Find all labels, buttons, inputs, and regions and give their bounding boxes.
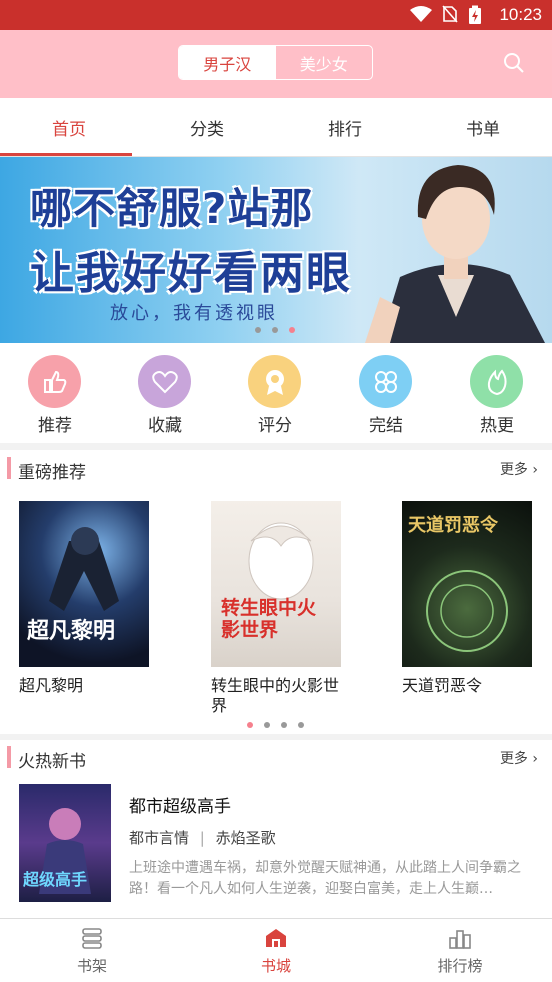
status-icons bbox=[410, 5, 482, 25]
tab-home[interactable]: 首页 bbox=[0, 98, 138, 156]
quick-label: 评分 bbox=[258, 416, 292, 436]
book-genre: 都市言情 bbox=[129, 829, 190, 847]
clover-icon bbox=[359, 355, 412, 408]
tab-booklist[interactable]: 书单 bbox=[414, 98, 552, 156]
book-cover: 天道罚恶令 bbox=[402, 501, 532, 667]
banner-line2: 让我好好看两眼 bbox=[30, 248, 352, 299]
nav-ranking[interactable]: 排行榜 bbox=[368, 919, 552, 982]
more-link[interactable]: 更多 › bbox=[500, 459, 538, 479]
status-time: 10:23 bbox=[499, 5, 542, 24]
pager-dot bbox=[272, 327, 278, 333]
pager-dot-active bbox=[289, 327, 295, 333]
pager-dot bbox=[298, 722, 304, 728]
quick-favorite[interactable]: 收藏 bbox=[110, 343, 220, 443]
meta-divider: | bbox=[199, 829, 205, 847]
featured-section: 重磅推荐 更多 › 超凡黎明 超凡黎明 转生眼中火影世界 转生眼中的火影世界 天… bbox=[0, 450, 552, 734]
section-title: 重磅推荐 bbox=[18, 463, 86, 483]
quick-finished[interactable]: 完结 bbox=[331, 343, 441, 443]
book-description: 上班途中遭遇车祸，却意外觉醒天赋神通，从此踏上人间争霸之路！看一个凡人如何人生逆… bbox=[129, 860, 521, 897]
book-title: 天道罚恶令 bbox=[402, 676, 483, 695]
segment-female[interactable]: 美少女 bbox=[276, 46, 373, 79]
chevron-right-icon: › bbox=[532, 462, 538, 478]
tab-indicator bbox=[0, 153, 132, 156]
quick-actions: 推荐 收藏 评分 完结 热更 bbox=[0, 343, 552, 443]
nav-bookshelf[interactable]: 书架 bbox=[0, 919, 184, 982]
cover-text: 转生眼中火影世界 bbox=[221, 597, 317, 641]
chevron-right-icon: › bbox=[532, 751, 538, 767]
book-title: 超凡黎明 bbox=[19, 676, 84, 695]
flame-icon bbox=[470, 355, 523, 408]
medal-icon bbox=[248, 355, 301, 408]
quick-recommend[interactable]: 推荐 bbox=[0, 343, 110, 443]
status-bar: 10:23 bbox=[0, 0, 552, 30]
quick-label: 推荐 bbox=[38, 416, 72, 436]
bookshelf-icon bbox=[82, 928, 102, 949]
quick-rating[interactable]: 评分 bbox=[220, 343, 330, 443]
banner-character-image bbox=[365, 165, 545, 343]
nav-label: 排行榜 bbox=[437, 957, 483, 975]
banner-pager bbox=[255, 327, 295, 333]
more-link[interactable]: 更多 › bbox=[500, 748, 538, 768]
book-title: 转生眼中的火影世界 bbox=[211, 676, 340, 715]
quick-hot-update[interactable]: 热更 bbox=[442, 343, 552, 443]
section-title: 火热新书 bbox=[18, 752, 86, 772]
thumbs-up-icon bbox=[28, 355, 81, 408]
banner-line3: 放心，我有透视眼 bbox=[110, 303, 278, 324]
search-icon[interactable] bbox=[503, 52, 525, 74]
section-accent-bar bbox=[7, 457, 11, 479]
banner[interactable]: 哪不舒服?站那 让我好好看两眼 放心，我有透视眼 bbox=[0, 157, 552, 343]
top-tabs: 首页 分类 排行 书单 bbox=[0, 98, 552, 157]
book-card[interactable]: 天道罚恶令 天道罚恶令 bbox=[402, 501, 532, 696]
pager-dot bbox=[255, 327, 261, 333]
book-author: 赤焰圣歌 bbox=[215, 829, 276, 847]
ranking-icon bbox=[449, 930, 471, 949]
quick-label: 收藏 bbox=[148, 416, 182, 436]
more-label: 更多 bbox=[499, 751, 528, 767]
tab-category[interactable]: 分类 bbox=[138, 98, 276, 156]
book-cover: 转生眼中火影世界 bbox=[211, 501, 341, 667]
heart-icon bbox=[138, 355, 191, 408]
no-sim-icon bbox=[442, 5, 458, 23]
book-card[interactable]: 超凡黎明 超凡黎明 bbox=[19, 501, 149, 696]
book-cover[interactable]: 超级高手 bbox=[19, 784, 111, 902]
book-title[interactable]: 都市超级高手 bbox=[129, 792, 231, 817]
pager-dot bbox=[281, 722, 287, 728]
featured-pager bbox=[247, 722, 304, 728]
cover-text: 超凡黎明 bbox=[27, 619, 116, 644]
cover-text: 天道罚恶令 bbox=[408, 515, 498, 536]
nav-label: 书架 bbox=[76, 957, 107, 975]
book-card[interactable]: 转生眼中火影世界 转生眼中的火影世界 bbox=[211, 501, 341, 716]
segment-male[interactable]: 男子汉 bbox=[179, 46, 276, 79]
book-cover: 超凡黎明 bbox=[19, 501, 149, 667]
nav-bookstore[interactable]: 书城 bbox=[184, 919, 368, 982]
banner-line1: 哪不舒服?站那 bbox=[30, 184, 314, 233]
battery-icon bbox=[469, 5, 481, 24]
nav-label: 书城 bbox=[260, 957, 291, 975]
quick-label: 热更 bbox=[480, 416, 514, 436]
section-accent-bar bbox=[7, 746, 11, 768]
quick-label: 完结 bbox=[369, 416, 403, 436]
wifi-icon bbox=[410, 6, 432, 22]
bookstore-icon bbox=[266, 929, 286, 947]
book-meta: 都市言情 | 赤焰圣歌 bbox=[129, 827, 276, 848]
gender-segment: 男子汉 美少女 bbox=[178, 45, 373, 80]
tab-ranking[interactable]: 排行 bbox=[276, 98, 414, 156]
pager-dot-active bbox=[247, 722, 253, 728]
cover-text: 超级高手 bbox=[23, 870, 88, 889]
bottom-nav: 书架 书城 排行榜 bbox=[0, 918, 552, 982]
more-label: 更多 bbox=[499, 462, 528, 478]
pager-dot bbox=[264, 722, 270, 728]
